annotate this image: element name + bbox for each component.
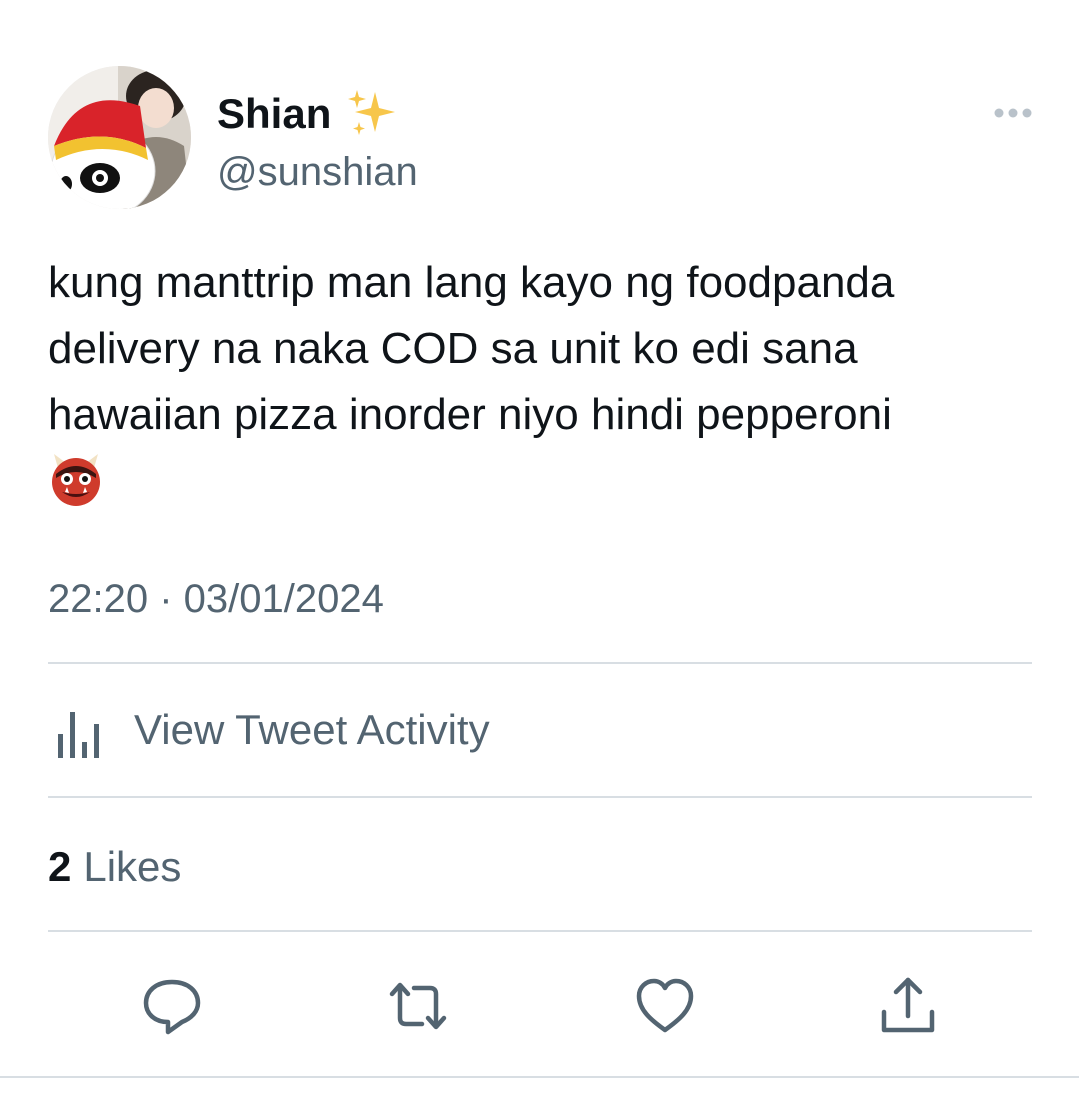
avatar[interactable] [48,66,191,209]
sparkles-icon [348,90,396,135]
share-icon[interactable] [874,972,942,1040]
divider [48,796,1032,798]
divider [48,662,1032,664]
view-tweet-activity-label: View Tweet Activity [134,706,490,753]
tweet-timestamp[interactable]: 22:20 · 03/01/2024 [48,574,384,624]
tweet-detail: Shian @sunshian kung manttrip man lang k… [0,0,1079,1108]
bottom-border [0,1076,1079,1078]
ogre-icon [52,454,100,506]
display-name-text: Shian [217,90,332,137]
likes-count: 2 [48,843,72,890]
likes-label: Likes [83,843,182,890]
tweet-text: kung manttrip man lang kayo ng foodpanda… [48,258,895,439]
bar-chart-icon [58,712,99,758]
display-name[interactable]: Shian [217,86,401,142]
retweet-icon[interactable] [384,972,452,1040]
divider [48,930,1032,932]
like-icon[interactable] [631,972,699,1040]
reply-icon[interactable] [138,972,206,1040]
view-tweet-activity-button[interactable]: View Tweet Activity [48,690,490,770]
user-handle[interactable]: @sunshian [217,148,418,196]
more-options-icon[interactable] [990,100,1036,126]
avatar-image [48,66,191,209]
likes-count-link[interactable]: 2 Likes [48,840,181,894]
